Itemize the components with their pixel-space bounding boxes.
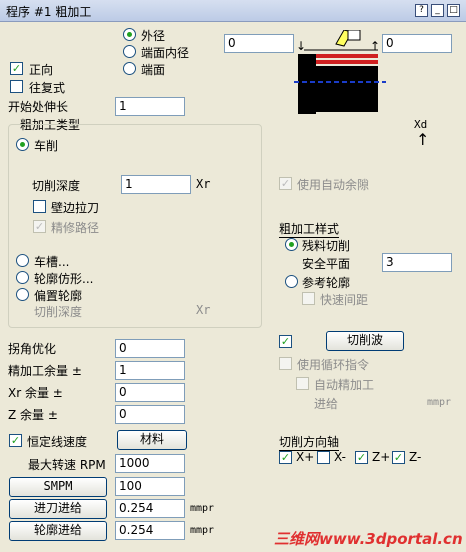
use-cycle-label: 使用循环指令 [297, 358, 370, 372]
auto-finish-label: 自动精加工 [314, 378, 375, 392]
cut-wave-button[interactable]: 切削波 [326, 331, 404, 351]
finish-path-label: 精修路径 [51, 221, 100, 235]
radio-turning-label: 车削 [34, 139, 59, 153]
rough-style-heading: 粗加工样式 [279, 222, 340, 238]
profile-feed-unit: mmpr [190, 525, 215, 536]
cut-axis-heading: 切削方向轴 [279, 435, 340, 451]
down-arrow-icon: ↓ [296, 39, 306, 53]
up-arrow-icon: ↑ [370, 39, 380, 53]
axis-xplus-label: X+ [296, 450, 315, 464]
use-cycle-checkbox[interactable] [279, 357, 292, 370]
cut-wave-checkbox[interactable]: ✓ [279, 335, 292, 348]
start-extension-label: 开始处伸长 [8, 100, 69, 114]
forward-checkbox[interactable]: ✓ [10, 62, 23, 75]
radio-outer-label: 外径 [141, 29, 166, 43]
finish-path-checkbox[interactable]: ✓ [33, 220, 46, 233]
window-title: 程序 #1 粗加工 [6, 5, 92, 19]
radio-grooving-label: 车槽... [34, 255, 70, 269]
z-allowance-input[interactable]: 0 [115, 405, 185, 424]
xr-allowance-label: Xr 余量 ± [8, 386, 63, 400]
radio-turning[interactable] [16, 138, 29, 151]
corner-opt-input[interactable]: 0 [115, 339, 185, 358]
rough-allowance-label: 精加工余量 ± [8, 364, 82, 378]
maximize-button[interactable]: □ [447, 4, 460, 17]
feed-unit: mmpr [427, 397, 452, 408]
feed-label: 进给 [314, 397, 339, 411]
axis-zminus-label: Z- [409, 450, 422, 464]
reciprocating-checkbox[interactable] [10, 80, 23, 93]
z-allowance-label: Z 余量 ± [8, 408, 58, 422]
plunge-feed-unit: mmpr [190, 503, 215, 514]
corner-opt-label: 拐角优化 [8, 342, 57, 356]
radio-residual[interactable] [285, 238, 298, 251]
safe-plane-input[interactable]: 3 [382, 253, 452, 272]
cut-depth-input[interactable]: 1 [121, 175, 191, 194]
profile-feed-button[interactable]: 轮廓进给 [9, 521, 107, 541]
material-button[interactable]: 材料 [117, 430, 187, 450]
css-checkbox[interactable]: ✓ [9, 434, 22, 447]
css-label: 恒定线速度 [27, 435, 88, 449]
wall-pull-label: 壁边拉刀 [51, 201, 100, 215]
plunge-feed-input[interactable]: 0.254 [115, 499, 185, 518]
radio-face-inner-label: 端面内径 [141, 46, 190, 60]
profile-feed-input[interactable]: 0.254 [115, 521, 185, 540]
smpm-button[interactable]: SMPM [9, 477, 107, 497]
max-rpm-label: 最大转速 RPM [28, 458, 106, 472]
help-button[interactable]: ? [415, 4, 428, 17]
auto-finish-checkbox[interactable] [296, 377, 309, 390]
radio-residual-label: 残料切削 [302, 239, 351, 253]
radio-grooving[interactable] [16, 254, 29, 267]
radio-face-inner[interactable] [123, 45, 136, 58]
radio-profile-copy-label: 轮廓仿形... [34, 272, 94, 286]
axis-xminus-checkbox[interactable] [317, 451, 330, 464]
radio-ref-profile-label: 参考轮廓 [302, 276, 351, 290]
safe-plane-label: 安全平面 [302, 257, 351, 271]
cut-depth2-unit: Xr [196, 303, 211, 317]
axis-zplus-checkbox[interactable]: ✓ [355, 451, 368, 464]
radio-face-label: 端面 [141, 63, 166, 77]
reciprocating-label: 往复式 [29, 81, 66, 95]
title-bar: 程序 #1 粗加工 ? _ □ [0, 0, 466, 22]
auto-allowance-checkbox[interactable]: ✓ [279, 177, 292, 190]
radio-outer[interactable] [123, 28, 136, 41]
plunge-feed-button[interactable]: 进刀进给 [9, 499, 107, 519]
cut-depth2-label: 切削深度 [34, 305, 83, 319]
max-rpm-input[interactable]: 1000 [115, 454, 185, 473]
radio-offset-profile-label: 偏置轮廓 [34, 289, 83, 303]
start-extension-input[interactable]: 1 [115, 97, 185, 116]
left-value-input[interactable]: 0 [224, 34, 294, 53]
minimize-button[interactable]: _ [431, 4, 444, 17]
smpm-input[interactable]: 100 [115, 477, 185, 496]
forward-label: 正向 [29, 63, 54, 77]
cut-depth-label: 切削深度 [32, 179, 81, 193]
cut-depth-unit: Xr [196, 177, 211, 191]
axis-xminus-label: X- [334, 450, 346, 464]
axis-xplus-checkbox[interactable]: ✓ [279, 451, 292, 464]
rapid-gap-label: 快速间距 [320, 293, 369, 307]
auto-allowance-label: 使用自动余隙 [297, 178, 370, 192]
xr-allowance-input[interactable]: 0 [115, 383, 185, 402]
radio-profile-copy[interactable] [16, 271, 29, 284]
radio-ref-profile[interactable] [285, 275, 298, 288]
axis-zplus-label: Z+ [372, 450, 391, 464]
radio-face[interactable] [123, 62, 136, 75]
watermark: 三维网www.3dportal.cn [274, 530, 463, 548]
xd-arrow-icon: ↑ [416, 130, 430, 149]
radio-offset-profile[interactable] [16, 288, 29, 301]
rapid-gap-checkbox[interactable] [302, 292, 315, 305]
axis-zminus-checkbox[interactable]: ✓ [392, 451, 405, 464]
wall-pull-checkbox[interactable] [33, 200, 46, 213]
right-value-input[interactable]: 0 [382, 34, 452, 53]
rough-allowance-input[interactable]: 1 [115, 361, 185, 380]
tool-path-diagram: ↓ ↑ [294, 30, 386, 114]
